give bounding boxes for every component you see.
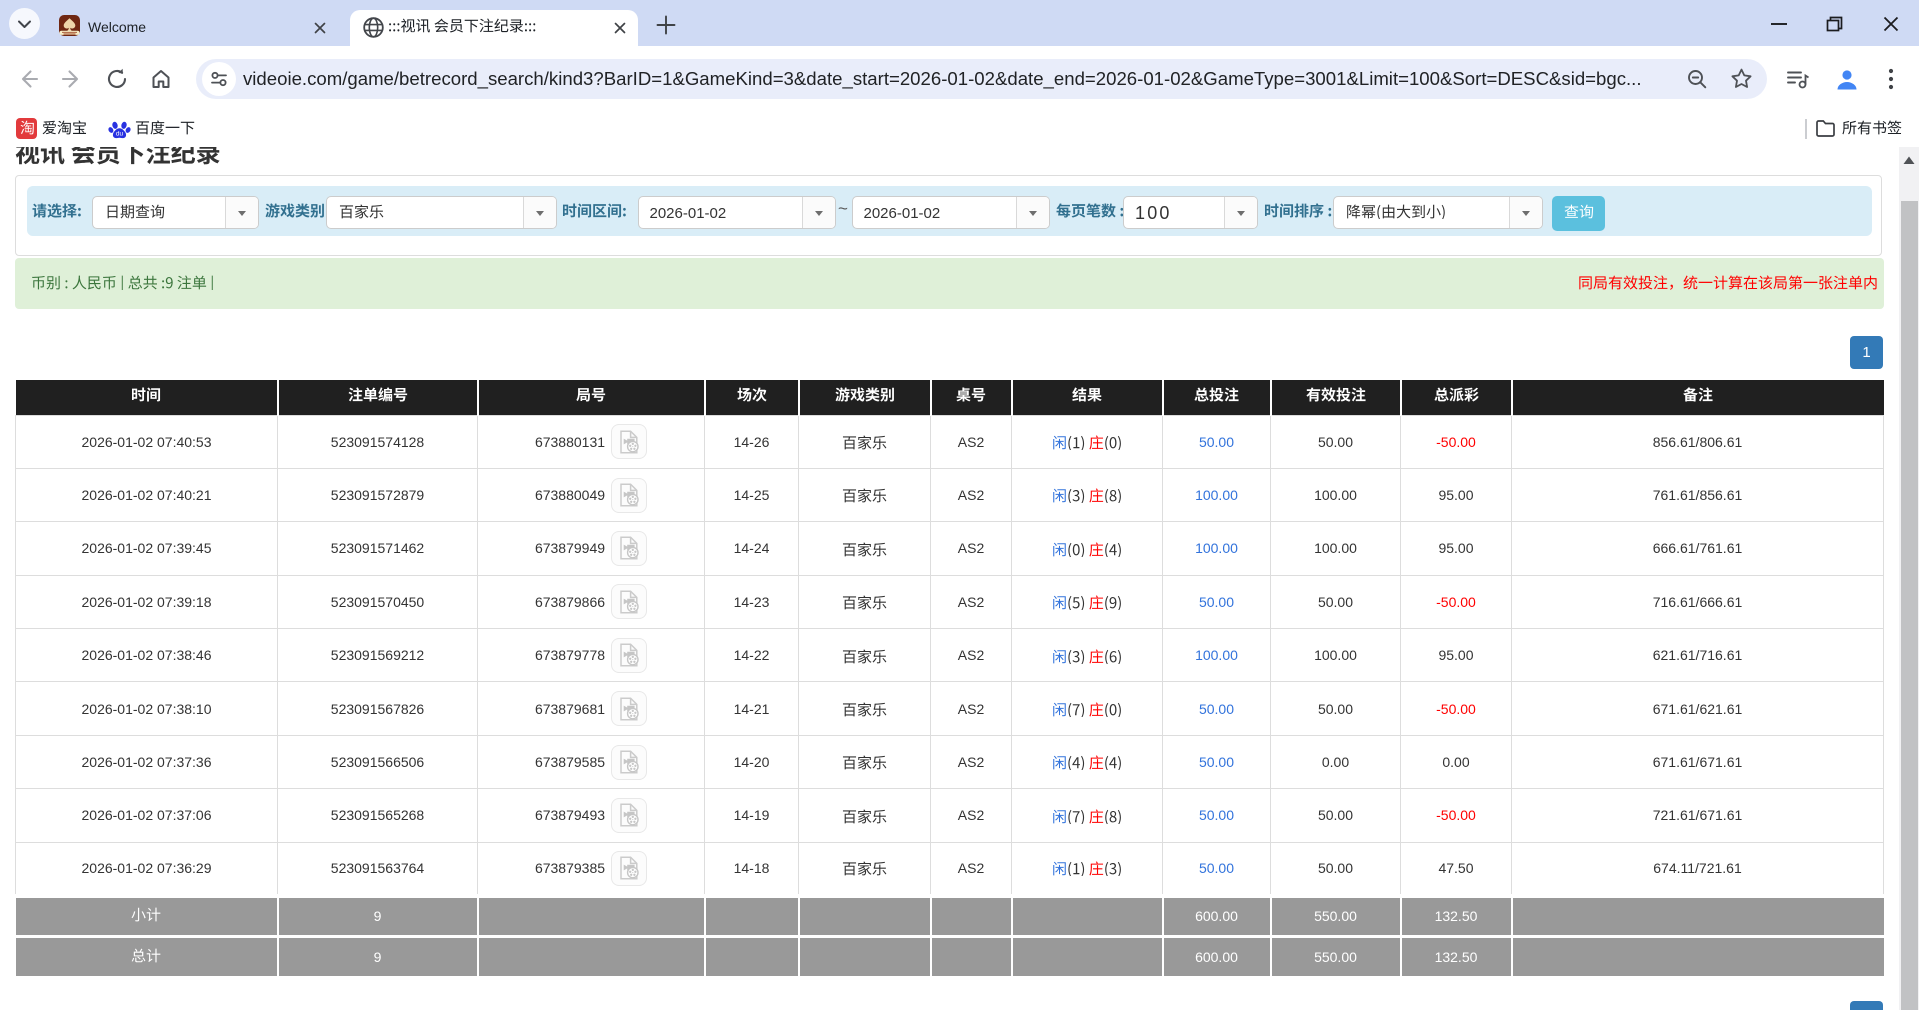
svg-text:du: du [116, 131, 124, 138]
